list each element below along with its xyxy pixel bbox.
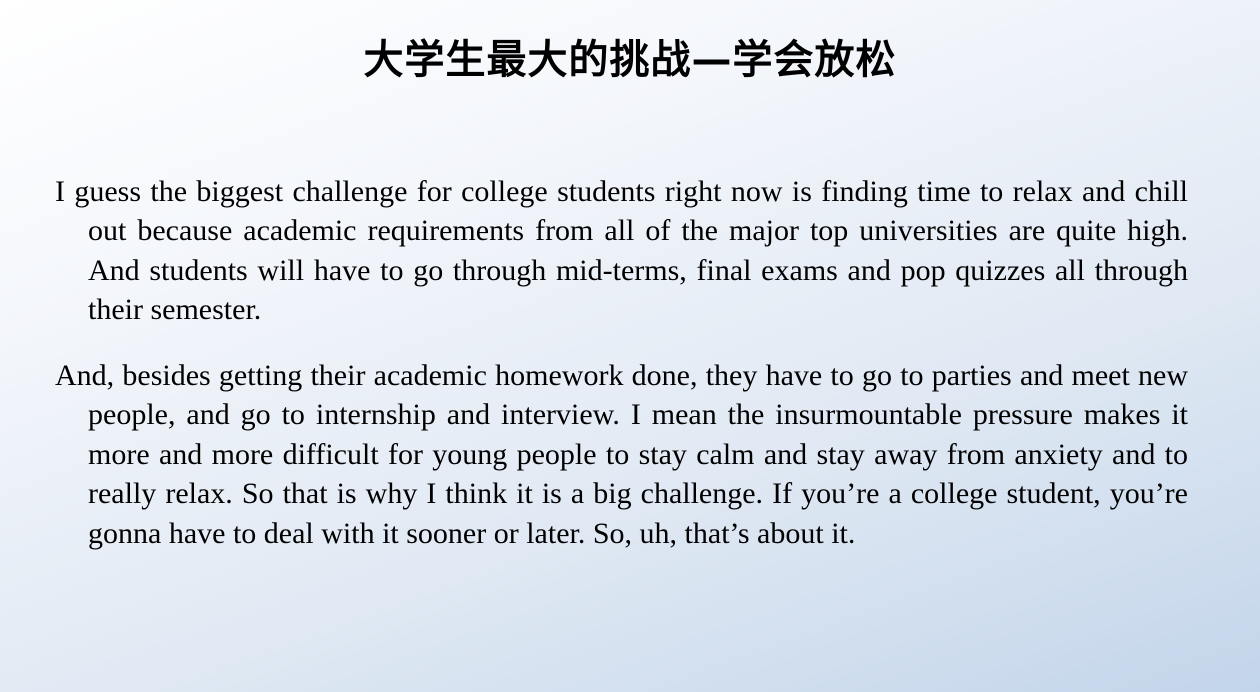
slide-title: 大学生最大的挑战—学会放松 (363, 37, 897, 83)
paragraph-1-container: I guess the biggest challenge for colleg… (55, 172, 1188, 330)
paragraph-2: And, besides getting their academic home… (55, 359, 1188, 550)
paragraph-1: I guess the biggest challenge for colleg… (55, 175, 1188, 327)
paragraph-2-container: And, besides getting their academic home… (55, 356, 1188, 553)
slide: 大学生最大的挑战—学会放松 I guess the biggest challe… (0, 0, 1260, 692)
